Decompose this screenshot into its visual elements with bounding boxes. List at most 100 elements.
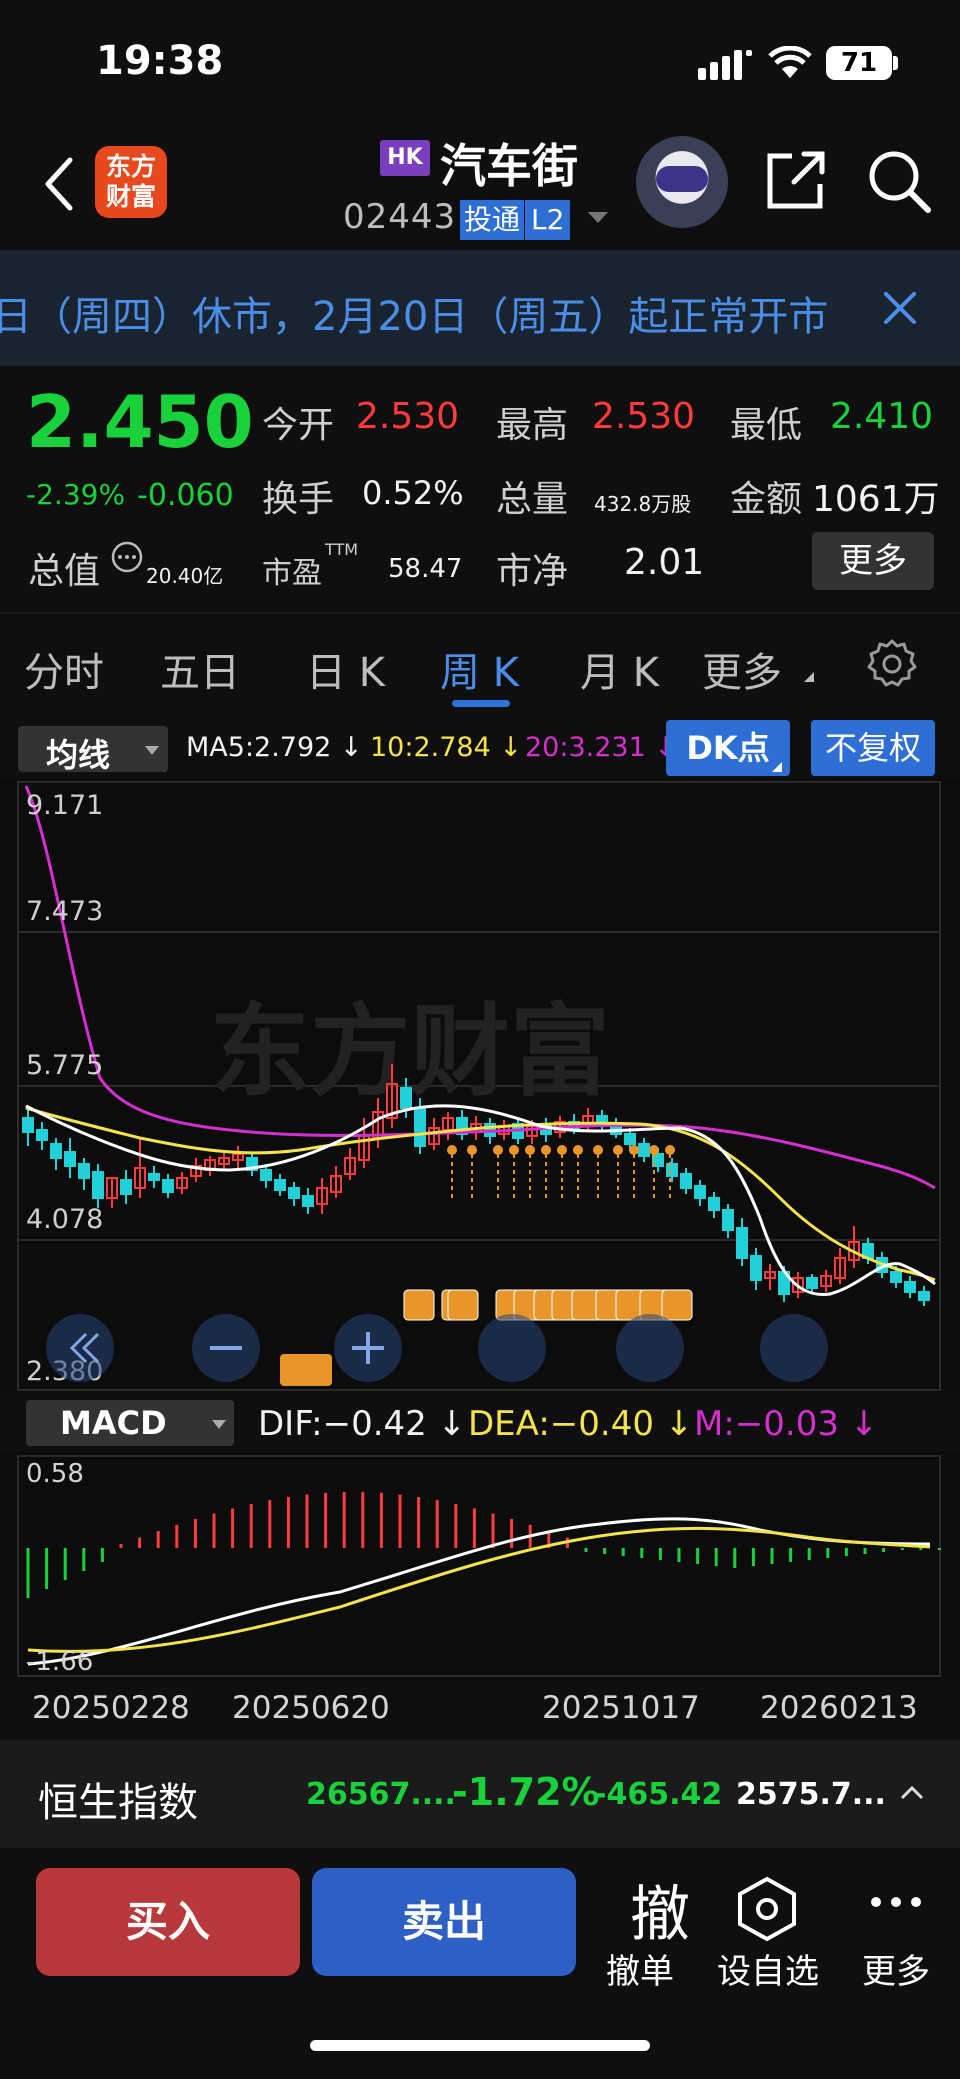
tab-five-day[interactable]: 五日 <box>160 640 240 698</box>
macd-dif-value: DIF:−0.42 ↓ <box>258 1404 467 1444</box>
last-price: 2.450 <box>26 380 254 464</box>
chart-control-button <box>760 1314 828 1382</box>
date-label-4: 20260213 <box>760 1690 918 1726</box>
share-icon[interactable] <box>764 148 828 212</box>
kline-candle <box>624 1133 636 1145</box>
high-label: 最高 <box>496 405 569 446</box>
kline-candle <box>904 1281 916 1293</box>
kline-candle <box>288 1187 300 1199</box>
search-icon[interactable] <box>866 148 932 214</box>
marker-dot <box>649 1145 659 1155</box>
battery-tip <box>893 56 898 70</box>
turnover-value: 0.52% <box>362 474 464 512</box>
active-tab-indicator <box>452 700 510 707</box>
marker-dot <box>613 1145 623 1155</box>
watchlist-hexagon-icon[interactable] <box>734 1876 800 1942</box>
kline-candle <box>694 1185 706 1199</box>
macd-chart[interactable]: 0.58 -1.66 <box>0 1452 960 1680</box>
kline-candle <box>722 1209 734 1231</box>
home-indicator <box>310 2040 650 2051</box>
gear-icon[interactable] <box>866 638 918 690</box>
status-time: 19:38 <box>96 38 224 84</box>
open-value: 2.530 <box>356 396 460 437</box>
market-badge: HK <box>380 140 430 176</box>
kline-candle <box>736 1227 748 1259</box>
marker-dot <box>557 1145 567 1155</box>
open-label: 今开 <box>262 405 335 446</box>
pe-value: 58.47 <box>388 554 463 584</box>
kline-candle <box>750 1255 762 1281</box>
marker-dot <box>573 1145 583 1155</box>
change-percent: -2.39% <box>26 478 126 511</box>
app-logo-text: 东方财富 <box>105 152 156 211</box>
index-change-amount: -465.42 <box>594 1777 723 1812</box>
macd-select-label: MACD <box>60 1404 167 1442</box>
kline-y-label: 7.473 <box>26 896 103 927</box>
divider <box>0 612 960 614</box>
more-button[interactable]: 更多 <box>836 1944 956 1993</box>
marker-dot <box>541 1145 551 1155</box>
chevron-down-icon <box>212 1420 226 1429</box>
buy-button[interactable]: 买入 <box>36 1868 300 1976</box>
pe-label: 市盈 <box>262 556 322 591</box>
more-quote-button[interactable]: 更多 <box>812 532 934 590</box>
kline-candle <box>148 1173 160 1181</box>
level2-tag: L2 <box>525 200 571 240</box>
kline-candle <box>414 1107 426 1147</box>
more-horizontal-icon[interactable] <box>868 1894 924 1910</box>
kline-y-label: 5.775 <box>26 1050 103 1081</box>
tab-more[interactable]: 更多 <box>702 640 782 698</box>
more-dots-icon[interactable] <box>110 540 144 574</box>
marker-dot <box>525 1145 535 1155</box>
market-cap-value: 20.40亿 <box>146 564 224 588</box>
kline-chart[interactable]: 东方财富 9.1717.4735.7754.0782.380 <box>0 778 960 1392</box>
back-icon[interactable] <box>40 156 76 212</box>
stock-connect-tag: 投通 <box>460 200 525 240</box>
chart-control-button <box>616 1314 684 1382</box>
index-name: 恒生指数 <box>38 1780 198 1826</box>
date-label-2: 20250620 <box>232 1690 390 1726</box>
chevron-up-icon[interactable] <box>900 1784 924 1800</box>
add-watchlist-button[interactable]: 设自选 <box>708 1944 828 1993</box>
low-value: 2.410 <box>830 396 934 437</box>
date-label-1: 20250228 <box>32 1690 190 1726</box>
tab-monthly-k[interactable]: 月 K <box>580 640 659 698</box>
kline-candle <box>400 1087 412 1109</box>
chart-control-button <box>46 1314 114 1382</box>
macd-dea-value: DEA:−0.40 ↓ <box>468 1404 694 1444</box>
stock-code: 02443 <box>343 197 457 237</box>
app-logo: 东方财富 <box>95 146 167 218</box>
macd-y-bottom: -1.66 <box>26 1647 93 1677</box>
low-label: 最低 <box>730 405 803 446</box>
tab-weekly-k[interactable]: 周 K <box>440 640 519 698</box>
tab-intraday[interactable]: 分时 <box>24 640 104 698</box>
kline-y-label: 9.171 <box>26 790 103 821</box>
marker-dot <box>509 1145 519 1155</box>
cancel-order-icon[interactable]: 撤 <box>600 1866 720 1953</box>
pb-label: 市净 <box>496 551 569 592</box>
kline-candle <box>708 1197 720 1211</box>
marker-dot <box>629 1145 639 1155</box>
sell-button[interactable]: 卖出 <box>312 1868 576 1976</box>
amount-label: 金额 <box>730 479 803 520</box>
marker-dot <box>447 1145 457 1155</box>
kline-candle <box>162 1179 174 1193</box>
no-adjust-button[interactable]: 不复权 <box>811 720 935 776</box>
chevron-down-icon[interactable] <box>588 212 608 223</box>
close-icon[interactable] <box>880 288 920 328</box>
ma5-value: MA5:2.792 ↓ <box>186 732 363 763</box>
chevron-down-icon <box>145 746 159 755</box>
marker-dot <box>493 1145 503 1155</box>
notice-banner-text: 日（周四）休市，2月20日（周五）起正常开市 <box>0 294 829 340</box>
indicator-select-label: 均线 <box>46 736 111 774</box>
marker-badge <box>661 1289 693 1321</box>
kline-candle <box>680 1173 692 1189</box>
battery-indicator: 71 <box>826 46 892 80</box>
marker-badge-tt <box>280 1354 332 1386</box>
stock-name[interactable]: 汽车街 <box>440 130 578 196</box>
cancel-order-button[interactable]: 撤单 <box>580 1944 700 1993</box>
kline-candle <box>890 1271 902 1283</box>
wifi-icon <box>768 46 812 78</box>
tab-daily-k[interactable]: 日 K <box>306 640 385 698</box>
pb-value: 2.01 <box>624 542 705 583</box>
